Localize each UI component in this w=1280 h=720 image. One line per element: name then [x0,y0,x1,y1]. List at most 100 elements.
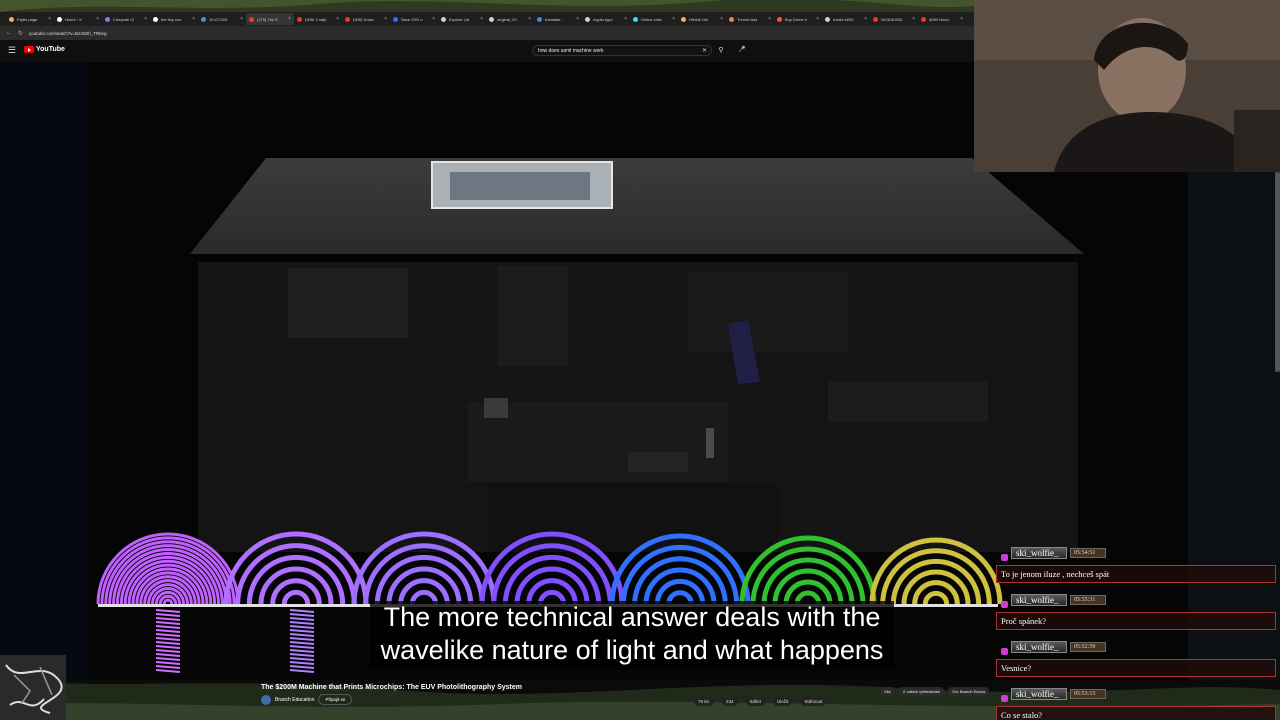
tab-close-icon[interactable]: × [192,16,195,22]
browser-tab[interactable]: Online zetic × [630,13,678,25]
chat-username: ski_wolfie_ [1011,594,1067,606]
chat-message: Co se stalo? [996,706,1276,720]
back-arrow-icon[interactable]: ← [6,30,12,36]
video-action-button[interactable]: Uložit [773,697,793,706]
browser-tab[interactable]: Save 20% o × [390,13,438,25]
video-subtitle: The more technical answer deals with the… [370,601,894,669]
tab-favicon-icon [249,16,254,22]
browser-tab[interactable]: Pajier page × [6,13,54,25]
tab-close-icon[interactable]: × [528,16,531,22]
join-button[interactable]: Připojit se [318,694,353,705]
channel-name[interactable]: Branch Education [275,697,314,703]
browser-tab[interactable]: Hlinčik Onl × [678,13,726,25]
tab-close-icon[interactable]: × [816,16,819,22]
tab-close-icon[interactable]: × [768,16,771,22]
tab-favicon-icon [825,16,830,22]
spring-turn [155,649,181,653]
tab-label: 4090 Hood [929,16,949,22]
browser-tab[interactable]: NVIDIA B20 × [870,13,918,25]
chat-timestamp: 05:55:31 [1070,595,1106,605]
wave-ring [162,598,174,605]
video-action-button[interactable]: Stáhnout [800,697,827,706]
tab-label: translate - [545,16,563,22]
search-icon[interactable]: ⚲ [714,45,728,56]
tab-close-icon[interactable]: × [720,16,723,22]
browser-tab[interactable]: (305) Down × [342,13,390,25]
spring-turn [289,629,315,633]
tab-label: Hlinčik Onl [689,16,709,22]
browser-tab[interactable]: original_29 × [486,13,534,25]
close-icon[interactable]: ✕ [702,47,707,54]
chat-username: ski_wolfie_ [1011,641,1067,653]
tab-favicon-icon [489,16,494,22]
tab-favicon-icon [201,16,206,22]
browser-tab[interactable]: nvidia b200 × [822,13,870,25]
tab-label: NVIDIA B20 [881,16,903,22]
browser-tab[interactable]: Compute Cl × [102,13,150,25]
search-input[interactable]: how does asml machine work ✕ [532,45,712,56]
tab-label: nvidia b200 [833,16,854,22]
url-field[interactable]: youtube.com/watch?v=B2482h_TRkeg [29,31,106,36]
tab-favicon-icon [345,16,350,22]
spring-turn [155,633,181,637]
spring-turn [155,613,181,617]
tab-close-icon[interactable]: × [432,16,435,22]
tab-label: Online zetic [641,16,662,22]
wave-ring [750,546,866,605]
hamburger-icon[interactable]: ☰ [8,46,16,55]
spring-turn [289,617,315,621]
tab-label: the tiny cou [161,16,182,22]
filter-chip[interactable]: Z vašich vyhledávání [898,687,945,696]
browser-tab[interactable]: Home / X × [54,13,102,25]
tab-favicon-icon [393,16,398,22]
tab-close-icon[interactable]: × [672,16,675,22]
tab-close-icon[interactable]: × [624,16,627,22]
spring-turn [289,653,315,657]
tab-close-icon[interactable]: × [336,16,339,22]
video-title: The $200M Machine that Prints Microchips… [261,684,522,691]
tab-favicon-icon [681,16,686,22]
browser-tab[interactable]: Trench fast × [726,13,774,25]
chat-timestamp: 05:54:51 [1070,548,1106,558]
browser-tab[interactable]: crypto typo × [582,13,630,25]
reload-icon[interactable]: ↻ [18,30,23,37]
browser-tab[interactable]: (275) The E × [246,13,294,25]
browser-tab[interactable]: 4090 Hood × [918,13,966,25]
tab-favicon-icon [9,16,14,22]
spring-turn [289,633,315,637]
browser-tab[interactable]: translate - × [534,13,582,25]
youtube-logo[interactable]: YouTube [24,46,65,53]
browser-tab[interactable]: the tiny cou × [150,13,198,25]
tab-close-icon[interactable]: × [288,16,291,22]
channel-avatar[interactable] [261,694,271,705]
browser-tab[interactable]: 15 #71351 × [198,13,246,25]
browser-tab[interactable]: Buy Dome h × [774,13,822,25]
browser-tab[interactable]: (305) 3 najd × [294,13,342,25]
tab-close-icon[interactable]: × [144,16,147,22]
chat-username: ski_wolfie_ [1011,547,1067,559]
tab-label: Explore | Ar [449,16,470,22]
wave-ring [620,544,740,605]
spring-turn [155,625,181,629]
tab-close-icon[interactable]: × [240,16,243,22]
video-action-button[interactable]: 78 tis. [694,697,715,706]
video-action-button[interactable]: 234 [722,697,738,706]
spring-turn [155,621,181,625]
wave-ring [363,543,485,605]
filter-chip[interactable]: Od: Branch Educa [948,687,989,696]
tab-close-icon[interactable]: × [864,16,867,22]
tab-close-icon[interactable]: × [912,16,915,22]
wave-ring [281,589,311,605]
tab-close-icon[interactable]: × [96,16,99,22]
tab-close-icon[interactable]: × [576,16,579,22]
right-page-strip [1188,172,1280,680]
mic-icon[interactable]: 🎤 [736,45,748,56]
page-scrollbar[interactable] [1275,172,1280,372]
filter-chip[interactable]: Vše [880,687,895,696]
video-action-button[interactable]: Sdílet [745,697,766,706]
tab-close-icon[interactable]: × [960,16,963,22]
tab-close-icon[interactable]: × [480,16,483,22]
tab-close-icon[interactable]: × [384,16,387,22]
tab-close-icon[interactable]: × [48,16,51,22]
browser-tab[interactable]: Explore | Ar × [438,13,486,25]
